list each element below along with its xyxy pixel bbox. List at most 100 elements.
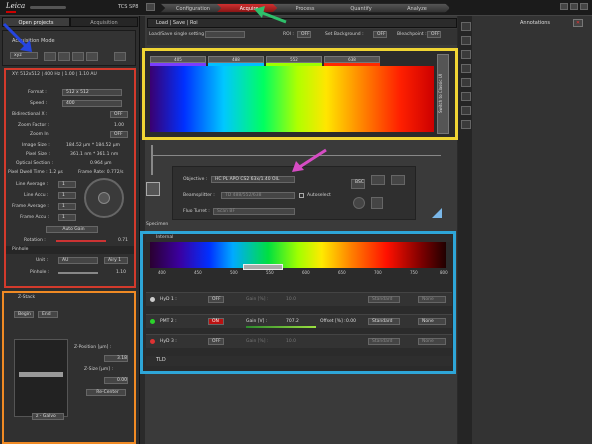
axis-tick: 600	[302, 270, 310, 275]
zoom-in-toggle[interactable]: OFF	[110, 131, 128, 138]
zstack-begin-button[interactable]: Begin	[14, 311, 34, 318]
roi-toggle[interactable]: OFF	[297, 31, 311, 38]
hyd3-lut-select[interactable]: Standard	[368, 338, 400, 345]
beamsplitter-select[interactable]: TD 488/552/638	[221, 192, 295, 199]
galvo-select[interactable]: z - Galvo	[32, 413, 64, 420]
mode-icon-3[interactable]	[72, 52, 84, 61]
fluo-turret-select[interactable]: Scan BF	[213, 208, 295, 215]
bidirectional-toggle[interactable]: OFF	[110, 111, 128, 118]
zstack-preview[interactable]	[14, 339, 68, 417]
close-button[interactable]	[580, 3, 588, 10]
shield-icon[interactable]	[371, 197, 383, 209]
auto-gain-button[interactable]: Auto Gain	[46, 226, 98, 233]
tool-button-2[interactable]	[461, 36, 471, 45]
joystick-center-icon[interactable]	[98, 192, 110, 204]
recenter-button[interactable]: Re-Center	[86, 389, 126, 396]
airy-button[interactable]: Airy 1	[104, 257, 128, 264]
tool-button-6[interactable]	[461, 92, 471, 101]
beam-arrow-icon	[432, 208, 442, 218]
pixel-size-value: 361.1 nm * 361.1 nm	[70, 152, 119, 157]
tool-button-4[interactable]	[461, 64, 471, 73]
load-save-toolbar: Load/Save single setting : ROI : OFF Set…	[147, 29, 457, 45]
zstack-end-button[interactable]: End	[38, 311, 58, 318]
pmt2-lut-select[interactable]: Standard	[368, 318, 400, 325]
turret-icon[interactable]	[353, 197, 365, 209]
bsc-button[interactable]: BSC	[351, 179, 365, 189]
zsize-field[interactable]: 0.00	[104, 377, 128, 384]
tool-button-3[interactable]	[461, 50, 471, 59]
tab-quantify[interactable]: Quantify	[328, 3, 394, 13]
line-accu-select[interactable]: 1	[58, 192, 76, 199]
autoselect-checkbox[interactable]	[299, 193, 304, 198]
lamp-button[interactable]	[371, 175, 385, 185]
blue-arrow-icon	[2, 22, 32, 52]
objective-select[interactable]: HC PL APO CS2 63x/1.40 OIL	[211, 176, 295, 183]
hyd1-lut-select[interactable]: Standard	[368, 296, 400, 303]
laser-552-slider[interactable]: 552	[266, 56, 322, 63]
annotations-close-icon[interactable]: ✕	[573, 19, 583, 27]
laser-405-slider[interactable]: 405	[150, 56, 206, 63]
maximize-button[interactable]	[570, 3, 578, 10]
filter-button[interactable]	[391, 175, 405, 185]
hyd1-toggle[interactable]: OFF	[208, 296, 224, 303]
tool-button-1[interactable]	[461, 22, 471, 31]
excitation-spectrum	[150, 66, 434, 132]
internal-header[interactable]: Internal	[146, 235, 452, 242]
tool-button-8[interactable]	[461, 120, 471, 129]
zoom-factor-value: 1.00	[114, 123, 125, 128]
tab-acquisition[interactable]: Acquisition	[70, 17, 138, 27]
mode-icon-5[interactable]	[114, 52, 126, 61]
zposition-field[interactable]: 3.18	[104, 355, 128, 362]
frame-average-select[interactable]: 1	[58, 203, 76, 210]
tld-header[interactable]: TLD	[146, 356, 452, 366]
pmt2-band-marker[interactable]	[243, 264, 283, 270]
format-select[interactable]: 512 x 512	[62, 89, 122, 96]
tab-analyze[interactable]: Analyze	[384, 3, 450, 13]
detector-row-hyd1: HyD 1 : OFF Gain [%] : 10.0 Standard Non…	[146, 292, 452, 306]
tool-button-5[interactable]	[461, 78, 471, 87]
speed-select[interactable]: 400	[62, 100, 122, 107]
load-save-select[interactable]	[205, 31, 245, 38]
unit-select[interactable]: AU	[58, 257, 98, 264]
rotation-slider[interactable]	[56, 240, 106, 242]
beamsplitter-label: Beamsplitter :	[183, 193, 215, 198]
window-slider[interactable]	[30, 6, 66, 9]
axis-tick: 750	[410, 270, 418, 275]
pmt2-toggle[interactable]: ON	[208, 318, 224, 325]
pmt2-gain-slider[interactable]	[246, 326, 316, 328]
hyd3-toggle[interactable]: OFF	[208, 338, 224, 345]
pinhole-header[interactable]: Pinhole	[6, 246, 134, 254]
minimize-button[interactable]	[560, 3, 568, 10]
hyd3-indicator-icon	[150, 339, 155, 344]
hyd3-pseudo-select[interactable]: None	[418, 338, 446, 345]
green-arrow-icon	[254, 6, 287, 24]
line-average-select[interactable]: 1	[58, 181, 76, 188]
pmt2-pseudo-select[interactable]: None	[418, 318, 446, 325]
pinhole-label: Pinhole :	[30, 270, 50, 275]
zstack-position-bar[interactable]	[19, 372, 63, 377]
scope-dropdown-button[interactable]	[146, 3, 155, 11]
objective-label: Objective :	[183, 177, 208, 182]
classic-ui-button[interactable]: Switch to Classic UI	[437, 54, 449, 134]
pan-joystick[interactable]	[84, 178, 124, 218]
axis-tick: 700	[374, 270, 382, 275]
hyd1-gain-value: 10.0	[286, 297, 297, 302]
optical-section-value: 0.964 µm	[90, 161, 112, 166]
hyd1-pseudo-select[interactable]: None	[418, 296, 446, 303]
mode-icon-1[interactable]	[44, 52, 56, 61]
optical-section-label: Optical Section :	[16, 161, 53, 166]
mode-icon-4[interactable]	[86, 52, 98, 61]
axis-tick: 400	[158, 270, 166, 275]
frame-accu-select[interactable]: 1	[58, 214, 76, 221]
tool-button-7[interactable]	[461, 106, 471, 115]
beam-path-line	[151, 145, 153, 175]
mode-icon-2[interactable]	[58, 52, 70, 61]
laser-638-slider[interactable]: 638	[324, 56, 380, 63]
pmt2-offset-label: Offset [%] :	[320, 319, 346, 324]
tab-configuration[interactable]: Configuration	[160, 3, 226, 13]
laser-488-slider[interactable]: 488	[208, 56, 264, 63]
frame-accu-label: Frame Accu :	[20, 215, 50, 220]
bleachpoint-toggle[interactable]: OFF	[427, 31, 441, 38]
set-background-toggle[interactable]: OFF	[373, 31, 387, 38]
pinhole-slider[interactable]	[58, 272, 98, 274]
